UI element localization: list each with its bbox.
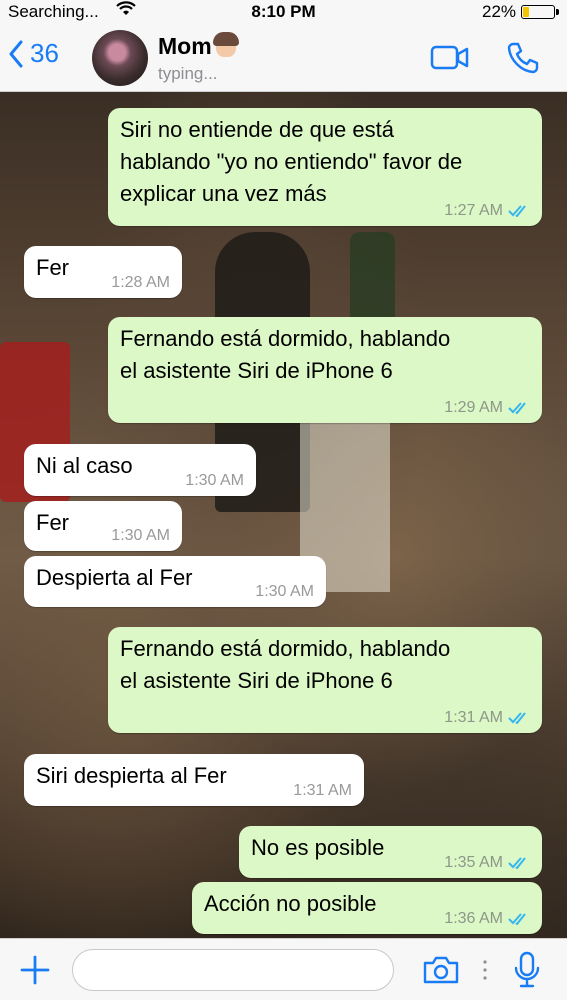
more-dots-icon <box>482 959 488 986</box>
read-ticks-icon <box>508 712 526 724</box>
message-time: 1:30 AM <box>111 527 170 544</box>
message-input[interactable] <box>72 949 394 991</box>
read-ticks-icon <box>508 857 526 869</box>
message-text: Fernando está dormido, hablando el asist… <box>120 636 451 693</box>
message-incoming[interactable]: Siri despierta al Fer 1:31 AM <box>24 754 364 806</box>
message-time: 1:29 AM <box>444 399 503 416</box>
message-outgoing[interactable]: Siri no entiende de que está hablando "y… <box>108 108 542 226</box>
message-text: Fernando está dormido, hablando el asist… <box>120 326 451 383</box>
plus-icon <box>20 955 50 985</box>
message-time: 1:30 AM <box>185 472 244 489</box>
message-outgoing[interactable]: Fernando está dormido, hablando el asist… <box>108 627 542 733</box>
status-bar: Searching... 8:10 PM 22% <box>0 0 567 24</box>
read-ticks-icon <box>508 913 526 925</box>
message-text: Despierta al Fer <box>36 565 193 590</box>
video-call-button[interactable] <box>430 44 470 77</box>
contact-name-row[interactable]: Mom <box>158 32 239 60</box>
voice-call-button[interactable] <box>505 40 541 81</box>
composer-bar <box>0 938 567 1000</box>
phone-icon <box>507 42 539 74</box>
message-time: 1:30 AM <box>255 583 314 600</box>
message-time: 1:27 AM <box>444 202 503 219</box>
message-text: Siri despierta al Fer <box>36 763 227 788</box>
message-outgoing[interactable]: No es posible 1:35 AM <box>239 826 542 878</box>
contact-status: typing... <box>158 64 218 83</box>
woman-emoji-icon <box>212 32 239 57</box>
battery-icon <box>521 5 559 19</box>
message-incoming[interactable]: Fer 1:30 AM <box>24 501 182 551</box>
message-text: No es posible <box>251 835 385 860</box>
back-button[interactable]: 36 <box>8 38 59 69</box>
message-incoming[interactable]: Despierta al Fer 1:30 AM <box>24 556 326 607</box>
message-outgoing[interactable]: Acción no posible 1:36 AM <box>192 882 542 934</box>
read-ticks-icon <box>508 402 526 414</box>
avatar[interactable] <box>92 30 148 86</box>
chat-area[interactable]: Siri no entiende de que está hablando "y… <box>0 92 567 938</box>
microphone-icon <box>514 951 540 988</box>
message-incoming[interactable]: Ni al caso 1:30 AM <box>24 444 256 496</box>
chat-header: 36 Mom typing... <box>0 24 567 92</box>
battery-percent: 22% <box>482 2 517 21</box>
contact-name: Mom <box>158 33 212 59</box>
message-text: Acción no posible <box>204 891 377 916</box>
voice-message-button[interactable] <box>512 951 542 994</box>
message-text: Siri no entiende de que está hablando "y… <box>120 117 463 206</box>
attach-button[interactable] <box>18 953 52 992</box>
back-count: 36 <box>30 38 59 68</box>
message-time: 1:31 AM <box>444 709 503 726</box>
message-time: 1:31 AM <box>293 782 352 799</box>
camera-button[interactable] <box>422 955 460 990</box>
chevron-left-icon <box>9 40 23 67</box>
message-text: Fer <box>36 255 69 280</box>
message-time: 1:28 AM <box>111 274 170 291</box>
message-time: 1:36 AM <box>444 910 503 927</box>
message-outgoing[interactable]: Fernando está dormido, hablando el asist… <box>108 317 542 423</box>
message-time: 1:35 AM <box>444 854 503 871</box>
camera-icon <box>423 956 459 984</box>
message-incoming[interactable]: Fer 1:28 AM <box>24 246 182 298</box>
video-call-icon <box>430 45 469 70</box>
message-text: Fer <box>36 510 69 535</box>
message-text: Ni al caso <box>36 453 133 478</box>
read-ticks-icon <box>508 205 526 217</box>
